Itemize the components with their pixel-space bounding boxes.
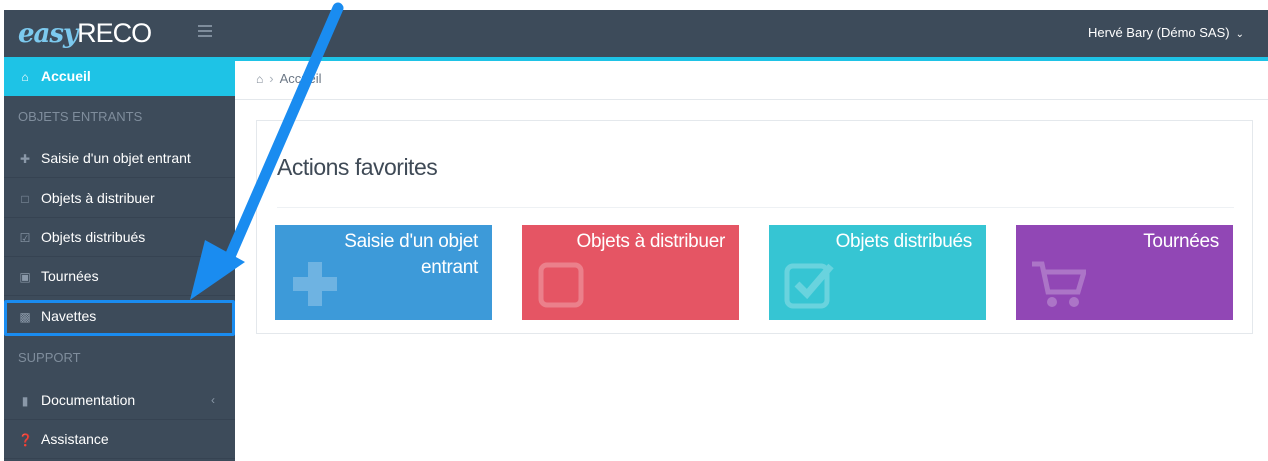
sidebar-item-label: Objets distribués bbox=[41, 229, 146, 245]
tile-objets-distribues[interactable]: Objets distribués bbox=[769, 225, 986, 320]
sidebar-item-label: Accueil bbox=[41, 68, 91, 84]
user-name: Hervé Bary (Démo SAS) bbox=[1088, 25, 1230, 40]
sidebar-item-label: Saisie d'un objet entrant bbox=[41, 150, 191, 166]
breadcrumb-current: Accueil bbox=[279, 71, 322, 86]
tile-label: Objets distribués bbox=[835, 231, 973, 252]
sidebar: ⌂ Accueil OBJETS ENTRANTS ✚ Saisie d'un ob… bbox=[4, 57, 235, 461]
cart-icon bbox=[1032, 261, 1086, 307]
square-icon bbox=[538, 262, 584, 308]
book-icon: ▮ bbox=[21, 394, 29, 408]
top-navbar bbox=[4, 10, 1268, 57]
sidebar-section-incoming: OBJETS ENTRANTS bbox=[18, 109, 143, 124]
check-square-icon: ☑ bbox=[19, 231, 31, 245]
sidebar-section-support: SUPPORT bbox=[18, 350, 81, 365]
navettes-highlight-box bbox=[4, 300, 235, 336]
chevron-left-icon: ‹ bbox=[211, 393, 215, 407]
sidebar-item-accueil[interactable]: ⌂ Accueil bbox=[4, 57, 235, 96]
sidebar-item-assistance[interactable]: ❓ Assistance bbox=[4, 420, 235, 459]
panel-divider bbox=[277, 207, 1234, 208]
plus-icon: ✚ bbox=[19, 152, 31, 166]
square-icon: □ bbox=[21, 192, 29, 206]
favorites-panel: Actions favorites Saisie d'un objet entr… bbox=[256, 120, 1253, 334]
panel-title: Actions favorites bbox=[277, 154, 438, 180]
sidebar-item-label: Assistance bbox=[41, 431, 109, 447]
sidebar-item-label: Objets à distribuer bbox=[41, 190, 155, 206]
home-icon: ⌂ bbox=[21, 70, 29, 84]
breadcrumb: ⌂ › Accueil bbox=[235, 61, 1268, 100]
tile-saisie[interactable]: Saisie d'un objet entrant bbox=[275, 225, 492, 320]
logo-easy-text: easy bbox=[18, 19, 78, 49]
question-icon: ❓ bbox=[18, 433, 33, 447]
sidebar-item-saisie[interactable]: ✚ Saisie d'un objet entrant bbox=[4, 139, 235, 178]
sidebar-item-label: Tournées bbox=[41, 268, 99, 284]
tile-label: Objets à distribuer bbox=[576, 231, 726, 252]
tile-label: Saisie d'un objet entrant bbox=[344, 231, 478, 278]
user-menu[interactable]: Hervé Bary (Démo SAS) ⌄ bbox=[1088, 24, 1244, 44]
sidebar-item-label: Documentation bbox=[41, 392, 136, 408]
logo-reco-text: RECO bbox=[77, 18, 152, 48]
tile-objets-a-distribuer[interactable]: Objets à distribuer bbox=[522, 225, 739, 320]
home-icon[interactable]: ⌂ bbox=[256, 72, 263, 86]
chevron-down-icon: ⌄ bbox=[1235, 29, 1244, 40]
menu-toggle-icon[interactable] bbox=[198, 25, 212, 39]
tile-tournees[interactable]: Tournées bbox=[1016, 225, 1233, 320]
sidebar-item-documentation[interactable]: ▮ Documentation ‹ bbox=[4, 381, 235, 420]
sidebar-item-objets-a-distribuer[interactable]: □ Objets à distribuer bbox=[4, 179, 235, 218]
app-logo[interactable]: easyRECO bbox=[18, 18, 152, 49]
breadcrumb-separator: › bbox=[269, 71, 274, 86]
check-square-icon bbox=[784, 263, 834, 309]
sidebar-item-objets-distribues[interactable]: ☑ Objets distribués bbox=[4, 218, 235, 257]
cart-icon: ▣ bbox=[19, 270, 31, 284]
sidebar-item-tournees[interactable]: ▣ Tournées bbox=[4, 257, 235, 296]
tile-label: Tournées bbox=[1143, 231, 1219, 252]
